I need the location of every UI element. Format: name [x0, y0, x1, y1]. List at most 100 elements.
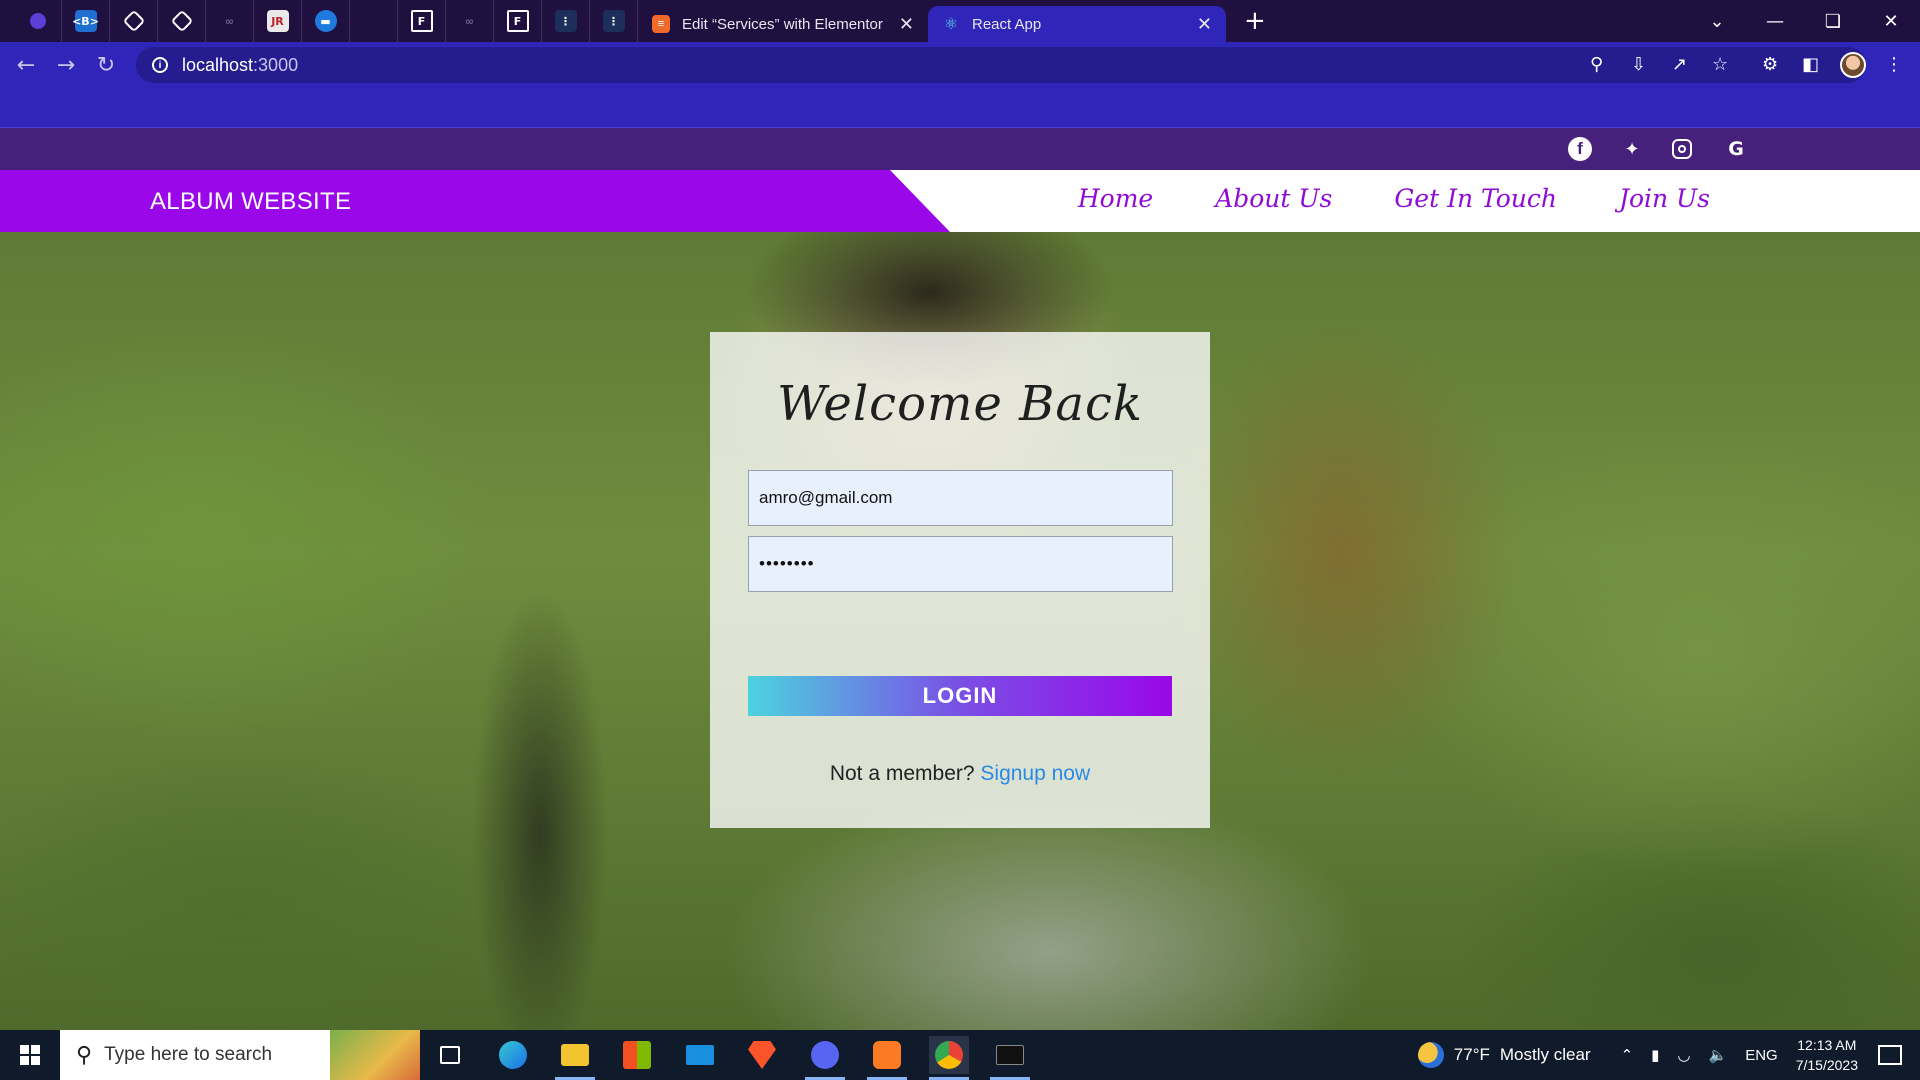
clock-time: 12:13 AM: [1797, 1037, 1857, 1053]
key-icon[interactable]: ⚲: [1590, 54, 1603, 75]
pinned-tab[interactable]: <B>: [62, 0, 110, 42]
link-icon: ∞: [464, 14, 475, 28]
close-icon[interactable]: ✕: [1197, 14, 1212, 35]
site-navbar: ALBUM WEBSITE Home About Us Get In Touch…: [0, 170, 1920, 232]
search-placeholder: Type here to search: [104, 1044, 273, 1065]
site-brand[interactable]: ALBUM WEBSITE: [150, 188, 351, 216]
discord-icon[interactable]: [805, 1036, 845, 1080]
brand-block: ALBUM WEBSITE: [0, 170, 950, 232]
pinned-tab[interactable]: ⋮: [542, 0, 590, 42]
new-tab-button[interactable]: +: [1244, 6, 1266, 36]
signup-link[interactable]: Signup now: [980, 762, 1090, 785]
wifi-icon[interactable]: ◡: [1677, 1046, 1690, 1064]
restore-button[interactable]: ❏: [1804, 11, 1862, 32]
side-panel-icon[interactable]: ◧: [1802, 54, 1819, 75]
pinned-tab[interactable]: ∞: [206, 0, 254, 42]
mail-icon[interactable]: [680, 1036, 720, 1074]
pinned-tab[interactable]: ∞: [446, 0, 494, 42]
battery-icon[interactable]: ▮: [1651, 1046, 1659, 1064]
stripe-icon: ▬: [314, 10, 337, 32]
nav-join-us[interactable]: Join Us: [1619, 184, 1710, 213]
member-prompt-text: Not a member?: [829, 762, 975, 785]
share-icon[interactable]: ↗: [1672, 54, 1687, 75]
tab-search-icon[interactable]: ⌄: [1688, 11, 1746, 32]
clock-date: 7/15/2023: [1795, 1057, 1858, 1073]
menu-icon[interactable]: ⋮: [1885, 54, 1903, 75]
extensions-icon[interactable]: ⚙: [1762, 54, 1778, 75]
react-icon: ⚛: [943, 16, 959, 33]
pinned-tab[interactable]: ▬: [302, 0, 350, 42]
instagram-icon[interactable]: [1672, 139, 1692, 159]
email-field[interactable]: amro@gmail.com: [748, 470, 1173, 526]
weather-desc: Mostly clear: [1499, 1045, 1591, 1064]
windows-taskbar: ⚲ Type here to search 77°F Mostly clear …: [0, 1030, 1920, 1080]
facebook-icon[interactable]: f: [1568, 137, 1592, 161]
minimize-button[interactable]: —: [1746, 11, 1804, 32]
bootstrap-icon: <B>: [72, 10, 99, 32]
dots-icon: ⋮: [602, 10, 625, 32]
nav-get-in-touch[interactable]: Get In Touch: [1394, 184, 1557, 213]
pinned-tabs: <B> ∞ JR ▬ F ∞ F ⋮ ⋮: [0, 0, 638, 42]
elementor-icon: ≡: [652, 15, 670, 33]
close-icon[interactable]: ✕: [899, 14, 914, 35]
main-menu: Home About Us Get In Touch Join Us: [1078, 184, 1710, 213]
pinned-tab[interactable]: F: [494, 0, 542, 42]
address-bar[interactable]: i localhost:3000: [136, 47, 1866, 83]
pinned-tab[interactable]: [14, 0, 62, 42]
password-field[interactable]: ••••••••: [748, 536, 1173, 592]
forward-button[interactable]: →: [46, 53, 86, 78]
weather-moon-icon: [1417, 1042, 1444, 1068]
codepen-icon: [122, 9, 145, 33]
site-info-icon[interactable]: i: [152, 57, 168, 73]
weather-widget[interactable]: 77°F Mostly clear: [1417, 1042, 1591, 1068]
nav-about-us[interactable]: About Us: [1215, 184, 1332, 213]
language-indicator[interactable]: ENG: [1745, 1047, 1778, 1064]
chrome-icon[interactable]: [929, 1036, 969, 1080]
reload-button[interactable]: ↻: [86, 53, 126, 78]
taskbar-search[interactable]: ⚲ Type here to search: [60, 1030, 420, 1080]
social-bar: f ✦ G: [0, 128, 1920, 170]
tab-title: Edit “Services” with Elementor: [682, 15, 883, 33]
brave-icon[interactable]: [742, 1036, 782, 1074]
login-button[interactable]: LOGIN: [748, 676, 1172, 716]
blank-icon: [363, 10, 385, 32]
windows-icon: [20, 1045, 40, 1065]
login-card: Welcome Back amro@gmail.com •••••••• LOG…: [710, 332, 1210, 828]
chevron-up-icon[interactable]: ⌃: [1621, 1046, 1634, 1064]
volume-muted-icon[interactable]: 🔈: [1709, 1046, 1728, 1064]
install-icon[interactable]: ⇩: [1631, 54, 1646, 75]
store-icon[interactable]: [617, 1036, 657, 1074]
pinned-tab[interactable]: JR: [254, 0, 302, 42]
start-button[interactable]: [0, 1045, 60, 1065]
jr-icon: JR: [266, 10, 289, 32]
frame-icon: F: [506, 10, 529, 32]
search-highlight-image: [330, 1030, 420, 1080]
close-window-button[interactable]: ✕: [1862, 11, 1920, 32]
frame-icon: F: [410, 10, 433, 32]
bookmark-star-icon[interactable]: ☆: [1712, 54, 1728, 75]
xampp-icon[interactable]: [867, 1036, 907, 1080]
edge-icon[interactable]: [493, 1036, 533, 1074]
link-icon: ∞: [224, 14, 235, 28]
address-port: :3000: [253, 54, 299, 75]
google-icon[interactable]: G: [1724, 137, 1748, 161]
nav-home[interactable]: Home: [1078, 184, 1153, 213]
clock[interactable]: 12:13 AM 7/15/2023: [1796, 1035, 1858, 1075]
window-controls: ⌄ — ❏ ✕: [1688, 0, 1920, 42]
twitter-icon[interactable]: ✦: [1620, 137, 1644, 161]
pinned-tab[interactable]: [110, 0, 158, 42]
file-explorer-icon[interactable]: [555, 1036, 595, 1080]
tab-react-app[interactable]: ⚛ React App ✕: [928, 6, 1226, 42]
profile-avatar[interactable]: [1840, 52, 1866, 78]
tab-elementor[interactable]: ≡ Edit “Services” with Elementor ✕: [638, 6, 928, 42]
circle-app-icon: [29, 13, 46, 29]
notifications-icon[interactable]: [1878, 1045, 1902, 1065]
pinned-tab[interactable]: ⋮: [590, 0, 638, 42]
pinned-tab[interactable]: F: [398, 0, 446, 42]
terminal-icon[interactable]: [990, 1036, 1030, 1080]
pinned-tab[interactable]: [158, 0, 206, 42]
task-view-icon[interactable]: [430, 1036, 470, 1074]
signup-prompt: Not a member? Signup now: [710, 762, 1210, 786]
back-button[interactable]: ←: [6, 53, 46, 78]
pinned-tab[interactable]: [350, 0, 398, 42]
